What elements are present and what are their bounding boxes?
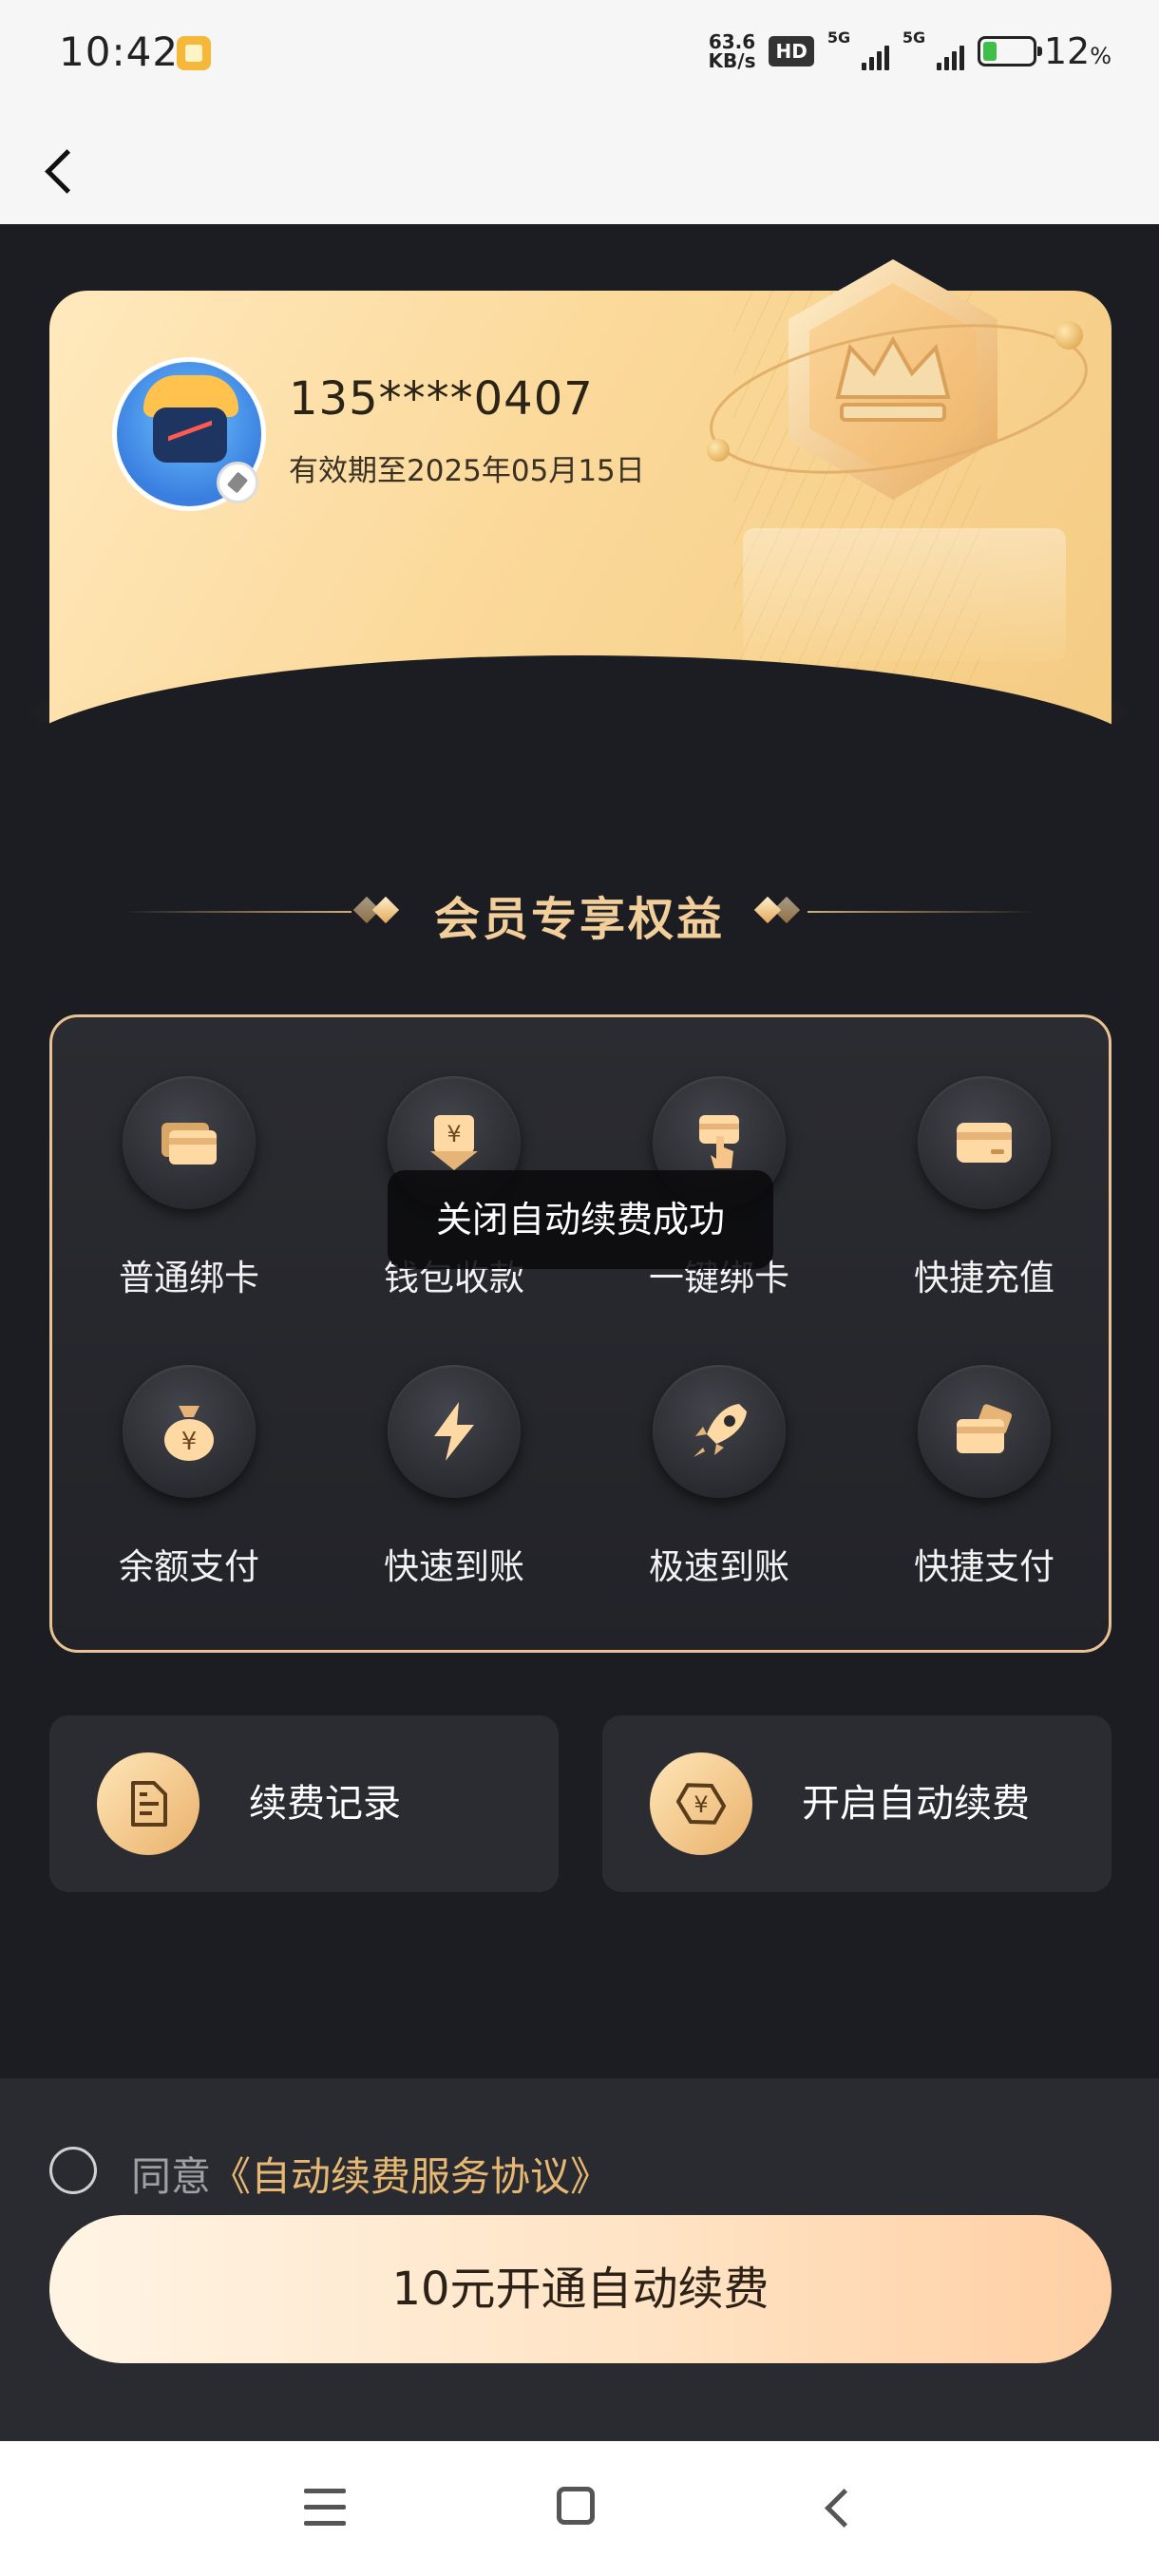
signal-1-icon: 5G [827,28,889,70]
benefits-panel: 普通绑卡 ¥ 钱包收款 一键绑卡 快捷充值 ¥ 余额支付 快速到账 极速到账 快… [49,1014,1112,1653]
action-label: 开启自动续费 [802,1782,1030,1826]
svg-text:¥: ¥ [446,1121,461,1147]
document-icon [97,1752,200,1855]
signal-1-label: 5G [826,28,851,47]
signal-2-label: 5G [902,28,926,47]
membership-expiry: 有效期至2025年05月15日 [289,454,645,488]
lightning-icon [388,1365,521,1498]
agreement-radio[interactable] [49,2147,97,2194]
home-icon[interactable] [557,2487,595,2525]
title-divider-right [808,911,1036,913]
benefit-label: 极速到账 [649,1546,789,1587]
signal-2-icon: 5G [902,28,964,70]
orbit-decor [710,324,1088,474]
network-speed: 63.6 KB/s [709,32,756,70]
rocket-icon [653,1365,786,1498]
section-header: 会员专享权益 [0,874,1159,950]
orbit-ball-decor [1054,321,1083,350]
orbit-ball-decor [707,439,730,462]
cards-icon [123,1076,256,1209]
svg-text:¥: ¥ [181,1428,198,1456]
benefit-label: 快捷支付 [914,1546,1054,1587]
yuan-hexagon-icon: ¥ [650,1752,752,1855]
benefit-label: 快速到账 [384,1546,524,1587]
agreement-text: 同意《自动续费服务协议》 [131,2145,610,2203]
notification-icon [177,36,211,70]
back-button[interactable] [38,133,114,209]
benefit-express-arrival[interactable]: 极速到账 [600,1365,838,1612]
network-speed-unit: KB/s [708,49,756,72]
user-phone: 135****0407 [289,372,594,426]
benefit-label: 余额支付 [119,1546,259,1587]
system-back-icon[interactable] [817,2485,863,2530]
renewal-records-button[interactable]: 续费记录 [49,1715,559,1892]
system-navigation-bar [0,2441,1159,2576]
status-bar: 10:42 63.6 KB/s HD 5G 5G 12% [0,0,1159,112]
benefit-balance-pay[interactable]: ¥ 余额支付 [70,1365,308,1612]
section-title: 会员专享权益 [433,893,725,946]
avatar-visor [153,407,227,463]
benefit-label: 普通绑卡 [119,1258,259,1298]
network-speed-value: 63.6 [708,30,756,53]
toast-message: 关闭自动续费成功 [388,1170,773,1269]
status-indicators: 63.6 KB/s HD 5G 5G 12% [709,28,1112,72]
bottom-purchase-area: 同意《自动续费服务协议》 10元开通自动续费 [0,2078,1159,2441]
action-label: 续费记录 [249,1782,401,1826]
benefit-quick-recharge[interactable]: 快捷充值 [865,1076,1103,1323]
card-pay-icon [918,1365,1051,1498]
activate-auto-renew-button[interactable]: 10元开通自动续费 [49,2215,1112,2363]
money-bag-icon: ¥ [123,1365,256,1498]
benefit-fast-arrival[interactable]: 快速到账 [335,1365,573,1612]
benefit-label: 快捷充值 [914,1258,1054,1298]
benefit-bind-card[interactable]: 普通绑卡 [70,1076,308,1323]
card-pedestal-decor [743,528,1066,661]
status-time: 10:42 [59,28,180,75]
svg-text:¥: ¥ [694,1791,708,1818]
menu-icon[interactable] [304,2489,346,2527]
agreement-prefix: 同意 [131,2153,212,2200]
hd-badge: HD [769,36,814,66]
agreement-link[interactable]: 《自动续费服务协议》 [211,2153,610,2200]
card-icon [918,1076,1051,1209]
nav-bar [0,112,1159,224]
battery-icon [977,36,1042,66]
edit-avatar-icon[interactable] [217,462,258,503]
enable-auto-renew-button[interactable]: ¥ 开启自动续费 [602,1715,1112,1892]
battery-percent: 12% [1043,30,1112,72]
benefit-quick-pay[interactable]: 快捷支付 [865,1365,1103,1612]
battery-indicator: 12% [977,30,1112,72]
